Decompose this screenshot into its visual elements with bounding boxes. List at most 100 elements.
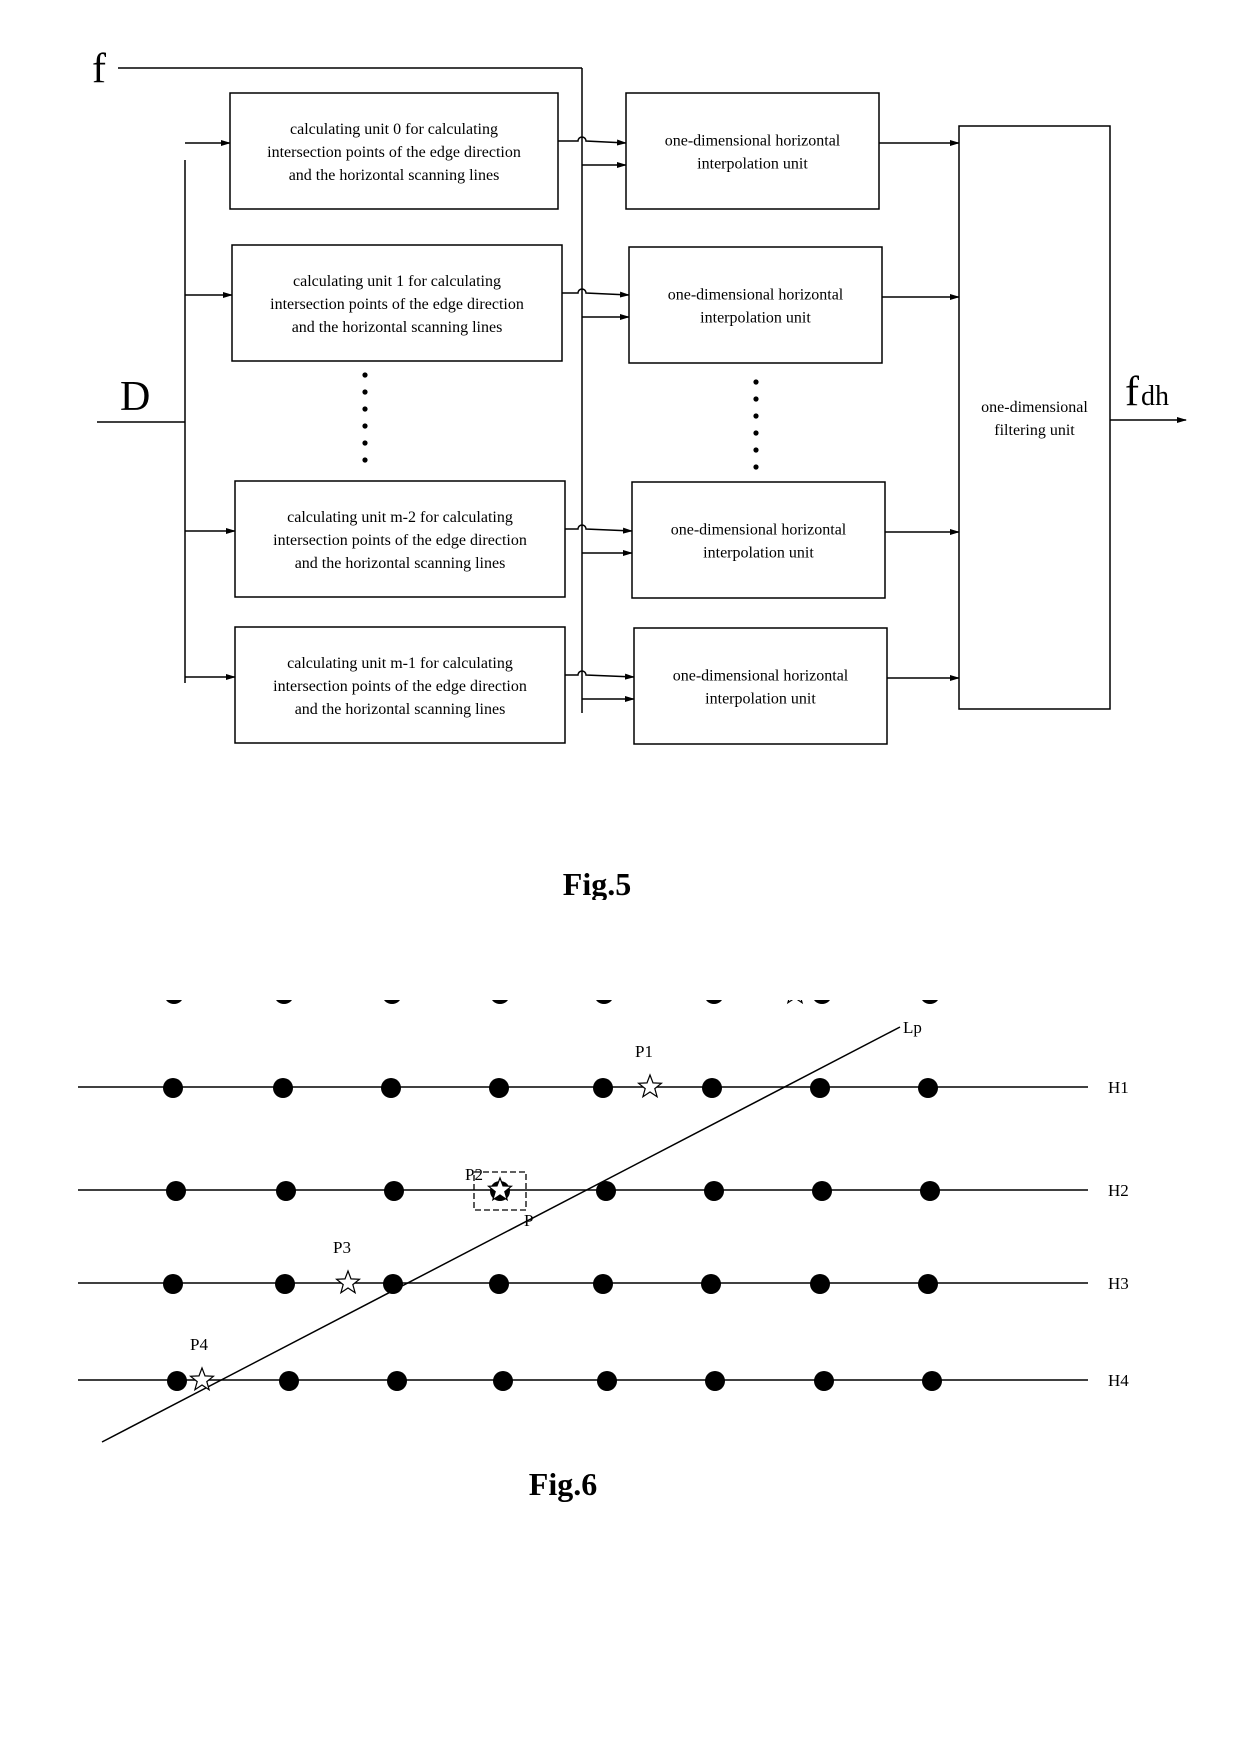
- ellipsis-dot: [753, 379, 759, 385]
- pixel-dot: [493, 1371, 513, 1391]
- pixel-dot: [492, 1000, 508, 1004]
- ellipsis-dot: [753, 447, 759, 453]
- box-text-line: and the horizontal scanning lines: [289, 167, 500, 184]
- ellipsis-dot: [362, 406, 368, 412]
- ellipsis-dot: [362, 440, 368, 446]
- star-icon: [786, 1000, 804, 1005]
- intersection-P3: P3: [333, 1238, 362, 1295]
- scan-line-label: H1: [1108, 1078, 1129, 1097]
- pixel-dot: [593, 1274, 613, 1294]
- ellipsis-dot: [753, 413, 759, 419]
- pixel-dot: [273, 1078, 293, 1098]
- calc-unit-1: calculating unit 1 for calculating inters…: [231, 244, 563, 362]
- figure-5-block-diagram: calculating unit 0 for calculating inters…: [92, 46, 1187, 900]
- pixel-dot: [163, 1078, 183, 1098]
- pixel-dot: [387, 1371, 407, 1391]
- pixel-dot: [814, 1371, 834, 1391]
- intersection-label: P1: [635, 1042, 653, 1061]
- scan-line-label: H3: [1108, 1274, 1129, 1293]
- box-text-line: one-dimensional: [981, 399, 1088, 416]
- scan-line-label: H0: [1108, 1000, 1129, 1003]
- pixel-dot: [596, 1000, 612, 1004]
- figure-6-scan-line-diagram: H0 H1 H2 H3 H4 Lp P P0 P1 P2 P3 P4 Fig.6: [78, 1000, 1129, 1502]
- box-text-line: and the horizontal scanning lines: [295, 555, 506, 572]
- box-text-line: one-dimensional horizontal: [673, 668, 849, 685]
- pixel-dot: [705, 1371, 725, 1391]
- line-label-Lp: Lp: [903, 1018, 922, 1037]
- box-text-line: and the horizontal scanning lines: [295, 701, 506, 718]
- target-pixel-label-P: P: [524, 1211, 533, 1230]
- ellipsis-dot: [753, 464, 759, 470]
- calc-unit-2: calculating unit m-2 for calculating inte…: [234, 480, 566, 598]
- box-text-line: filtering unit: [994, 422, 1075, 439]
- ellipsis-dot: [362, 389, 368, 395]
- pixel-dot: [279, 1371, 299, 1391]
- box-text-line: intersection points of the edge directio…: [273, 678, 527, 695]
- pixel-dot: [166, 1181, 186, 1201]
- intersection-label: P2: [465, 1165, 483, 1184]
- intersection-P4: P4: [188, 1335, 216, 1392]
- box-text-line: one-dimensional horizontal: [668, 287, 844, 304]
- box-text-line: interpolation unit: [705, 691, 816, 708]
- ellipsis-dot: [753, 430, 759, 436]
- pixel-dot: [920, 1181, 940, 1201]
- box-text-line: one-dimensional horizontal: [671, 522, 847, 539]
- box-text-line: calculating unit 1 for calculating: [293, 273, 501, 290]
- ellipsis-dot: [753, 396, 759, 402]
- output-fdh-label: fdh: [1125, 369, 1169, 415]
- box-text-line: one-dimensional horizontal: [665, 133, 841, 150]
- figure-6-caption: Fig.6: [529, 1466, 597, 1502]
- pixel-dot: [593, 1078, 613, 1098]
- intersection-label: P4: [190, 1335, 208, 1354]
- box-text-line: intersection points of the edge directio…: [273, 532, 527, 549]
- box-text-line: calculating unit m-1 for calculating: [287, 655, 513, 672]
- star-icon: [334, 1269, 362, 1295]
- pixel-dot: [597, 1371, 617, 1391]
- pixel-dot: [275, 1274, 295, 1294]
- scan-line-label: H4: [1108, 1371, 1129, 1390]
- input-D-label: D: [120, 374, 150, 420]
- pixel-dot: [810, 1078, 830, 1098]
- box-text-line: interpolation unit: [700, 310, 811, 327]
- pixel-dot: [814, 1000, 830, 1004]
- interp-unit-3: one-dimensional horizontal interpolation …: [633, 627, 888, 745]
- pixel-dot: [706, 1000, 722, 1004]
- pixel-dot: [384, 1181, 404, 1201]
- intersection-label: P3: [333, 1238, 351, 1257]
- box-text-line: interpolation unit: [703, 545, 814, 562]
- pixel-dot: [812, 1181, 832, 1201]
- ellipsis-dot: [362, 372, 368, 378]
- box-text-line: calculating unit 0 for calculating: [290, 121, 498, 138]
- pixel-dot: [166, 1000, 182, 1004]
- interp-unit-2: one-dimensional horizontal interpolation …: [631, 481, 886, 599]
- scan-line-label: H2: [1108, 1181, 1129, 1200]
- pixel-dot: [163, 1274, 183, 1294]
- pixel-dot: [381, 1078, 401, 1098]
- filter-unit: one-dimensional filtering unit: [958, 125, 1111, 710]
- box-text-line: calculating unit m-2 for calculating: [287, 509, 513, 526]
- ellipsis-dot: [362, 457, 368, 463]
- pixel-dot: [384, 1000, 400, 1004]
- figure-5-caption: Fig.5: [563, 866, 631, 900]
- pixel-dot: [276, 1000, 292, 1004]
- pixel-dot: [922, 1000, 938, 1004]
- input-f-label: f: [92, 46, 106, 92]
- intersection-P0: P0: [786, 1000, 804, 1005]
- calc-unit-0: calculating unit 0 for calculating inters…: [229, 92, 559, 210]
- pixel-dot: [489, 1078, 509, 1098]
- intersection-P1: P1: [635, 1042, 664, 1099]
- interp-unit-0: one-dimensional horizontal interpolation …: [625, 92, 880, 210]
- box-text-line: intersection points of the edge directio…: [267, 144, 521, 161]
- pixel-dot: [702, 1078, 722, 1098]
- pixel-dot: [922, 1371, 942, 1391]
- box-text-line: and the horizontal scanning lines: [292, 319, 503, 336]
- pixel-dot: [276, 1181, 296, 1201]
- ellipsis-dot: [362, 423, 368, 429]
- box-text-line: interpolation unit: [697, 156, 808, 173]
- pixel-dot: [810, 1274, 830, 1294]
- pixel-dot: [704, 1181, 724, 1201]
- star-icon: [636, 1073, 664, 1099]
- pixel-dot: [167, 1371, 187, 1391]
- box-text-line: intersection points of the edge directio…: [270, 296, 524, 313]
- pixel-dot: [918, 1274, 938, 1294]
